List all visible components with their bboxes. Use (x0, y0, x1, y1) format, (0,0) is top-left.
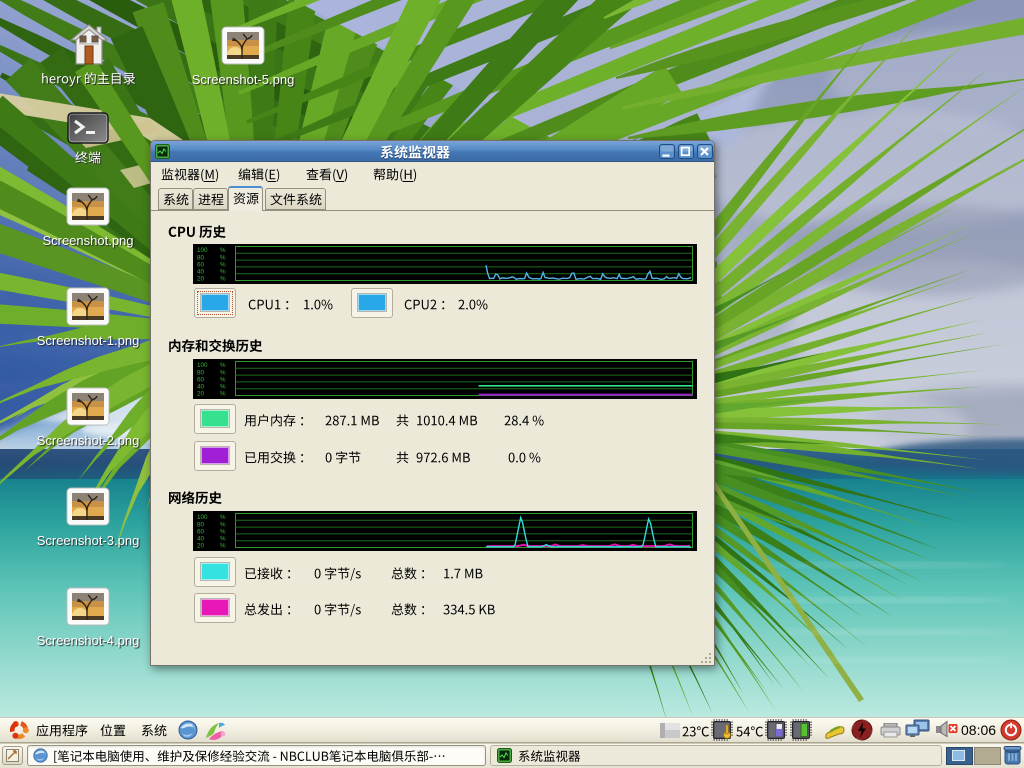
svg-text:%: % (220, 543, 226, 550)
svg-text:40: 40 (197, 536, 205, 543)
svg-text:20: 20 (197, 391, 205, 398)
svg-text:%: % (220, 254, 226, 261)
svg-text:40: 40 (197, 269, 205, 276)
svg-text:%: % (220, 369, 226, 376)
svg-text:40: 40 (197, 384, 205, 391)
svg-text:%: % (220, 247, 226, 254)
svg-text:%: % (220, 269, 226, 276)
svg-text:60: 60 (197, 376, 205, 383)
svg-text:%: % (220, 391, 226, 398)
svg-text:%: % (220, 521, 226, 528)
svg-text:%: % (220, 261, 226, 268)
svg-text:100: 100 (197, 514, 208, 521)
svg-text:60: 60 (197, 528, 205, 535)
svg-text:60: 60 (197, 261, 205, 268)
svg-text:20: 20 (197, 276, 205, 283)
svg-text:80: 80 (197, 521, 205, 528)
svg-text:20: 20 (197, 543, 205, 550)
svg-text:%: % (220, 376, 226, 383)
svg-text:100: 100 (197, 247, 208, 254)
svg-text:%: % (220, 276, 226, 283)
svg-text:%: % (220, 514, 226, 521)
svg-text:%: % (220, 536, 226, 543)
svg-text:80: 80 (197, 369, 205, 376)
svg-text:%: % (220, 362, 226, 369)
svg-text:%: % (220, 384, 226, 391)
svg-text:100: 100 (197, 362, 208, 369)
svg-text:80: 80 (197, 254, 205, 261)
svg-text:%: % (220, 528, 226, 535)
